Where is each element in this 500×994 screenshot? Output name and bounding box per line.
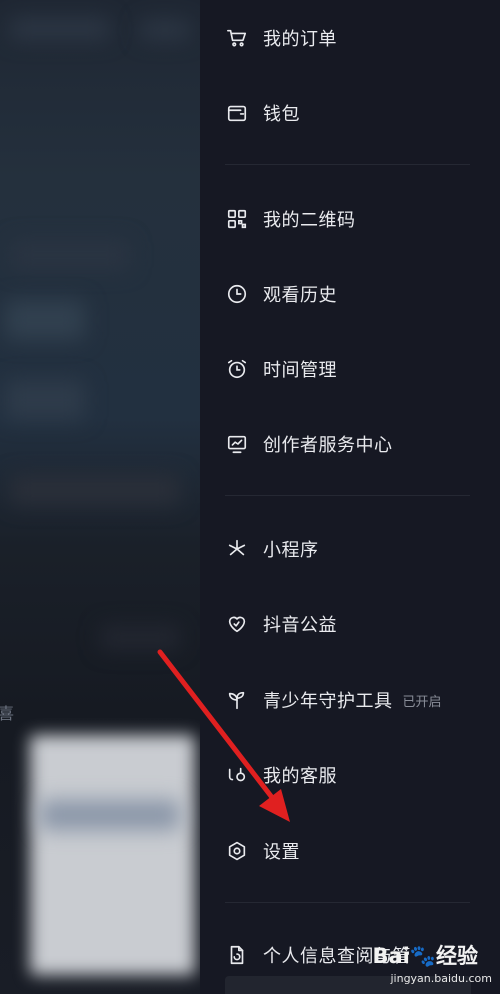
support-icon (225, 763, 249, 787)
qr-code-icon (225, 207, 249, 231)
menu-item-label: 设置 (263, 842, 300, 863)
side-drawer-menu: 我的订单 钱包 我的二维码 观看历史 时间管理 创作者服务中心 小程序 抖音公益… (200, 0, 500, 994)
watermark-logo: Bai🐾经验 (372, 944, 478, 968)
cart-icon (225, 26, 249, 50)
menu-item-my-orders[interactable]: 我的订单 (225, 14, 475, 62)
menu-item-wallet[interactable]: 钱包 (225, 89, 475, 137)
divider (225, 164, 470, 165)
divider (225, 902, 470, 903)
chart-monitor-icon (225, 432, 249, 456)
menu-item-label: 观看历史 (263, 285, 337, 306)
clock-icon (225, 282, 249, 306)
gear-icon (225, 839, 249, 863)
menu-item-label: 小程序 (263, 540, 319, 561)
watermark-url: jingyan.baidu.com (390, 972, 492, 985)
baidu-watermark: Bai🐾经验 jingyan.baidu.com (372, 940, 500, 994)
menu-item-label: 我的二维码 (263, 210, 356, 231)
menu-item-label: 创作者服务中心 (263, 435, 393, 456)
menu-item-teen-guardian-tool[interactable]: 青少年守护工具 已开启 (225, 676, 475, 724)
blurred-background: 喜 (0, 0, 200, 994)
heart-icon (225, 612, 249, 636)
sprout-icon (225, 688, 249, 712)
menu-item-my-qr-code[interactable]: 我的二维码 (225, 195, 475, 243)
menu-item-settings[interactable]: 设置 (225, 827, 475, 875)
menu-item-time-management[interactable]: 时间管理 (225, 345, 475, 393)
background-text: 喜 (0, 704, 15, 723)
divider (225, 495, 470, 496)
alarm-icon (225, 357, 249, 381)
wallet-icon (225, 101, 249, 125)
menu-item-label: 我的客服 (263, 766, 337, 787)
menu-item-label: 青少年守护工具 (263, 691, 393, 712)
menu-item-label: 时间管理 (263, 360, 337, 381)
menu-item-label: 我的订单 (263, 29, 337, 50)
asterisk-icon (225, 537, 249, 561)
status-badge: 已开启 (402, 694, 442, 710)
menu-item-watch-history[interactable]: 观看历史 (225, 270, 475, 318)
menu-item-label: 抖音公益 (263, 615, 337, 636)
paw-icon: 🐾 (409, 944, 436, 968)
menu-item-douyin-charity[interactable]: 抖音公益 (225, 600, 475, 648)
document-icon (225, 943, 249, 967)
menu-item-my-customer-service[interactable]: 我的客服 (225, 751, 475, 799)
menu-item-label: 钱包 (263, 104, 300, 125)
menu-item-creator-service-center[interactable]: 创作者服务中心 (225, 420, 475, 468)
menu-item-mini-programs[interactable]: 小程序 (225, 525, 475, 573)
